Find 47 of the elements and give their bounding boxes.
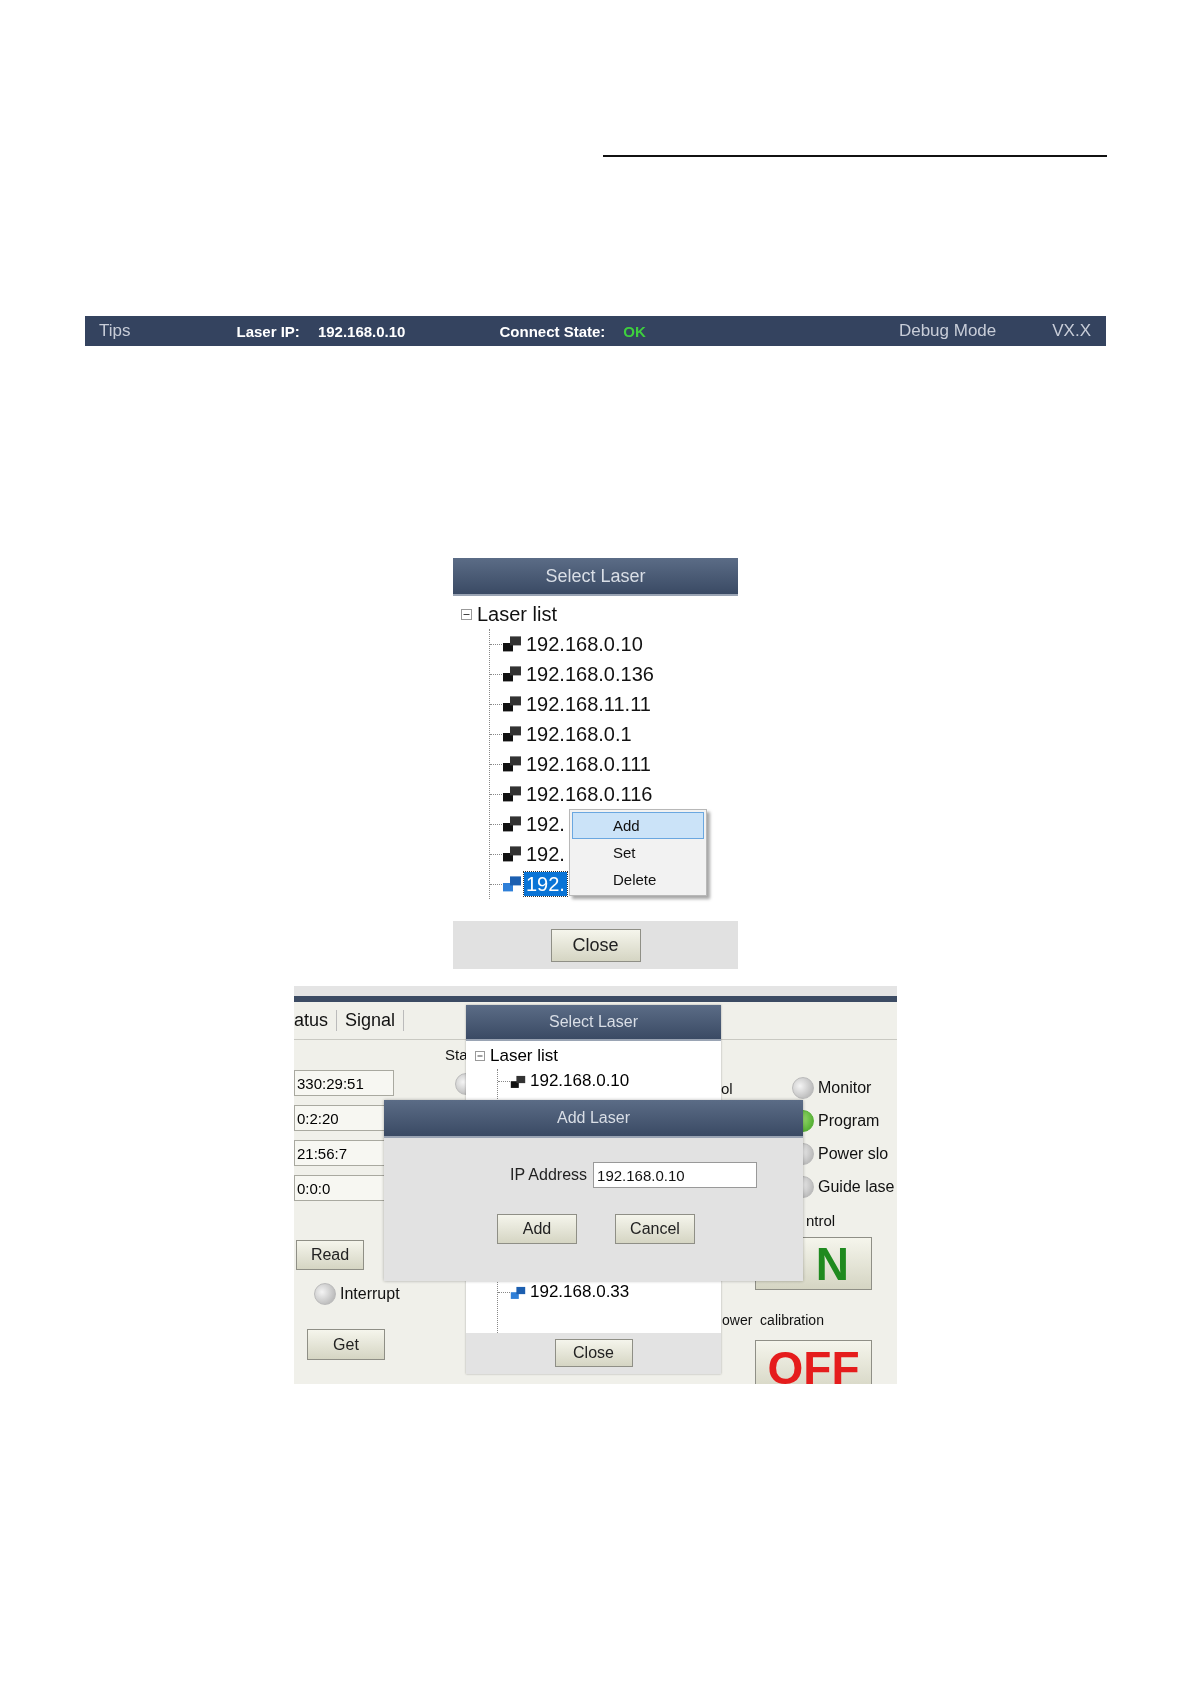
tab[interactable]: Signal	[337, 1010, 405, 1031]
group-label: ntrol	[806, 1212, 836, 1229]
tree-item[interactable]: 192.168.0.10	[524, 632, 645, 656]
time-field: 330:29:51	[294, 1070, 394, 1096]
add-button[interactable]: Add	[497, 1214, 577, 1244]
indicator-label: Program	[818, 1112, 880, 1130]
status-label: Laser IP:	[236, 322, 300, 340]
tree-item[interactable]: 192.168.0.1	[524, 722, 634, 746]
tree-item[interactable]: 192.168.11.11	[524, 692, 653, 716]
group-label: ol	[721, 1080, 734, 1097]
cancel-button[interactable]: Cancel	[615, 1214, 695, 1244]
group-label: ower calibration	[722, 1312, 824, 1328]
tree-root-label[interactable]: Laser list	[490, 1045, 559, 1066]
indicator-label: Guide lase	[818, 1178, 895, 1196]
close-button[interactable]: Close	[550, 928, 641, 962]
tree-item[interactable]: 192.168.0.111	[524, 752, 653, 776]
status-text: Tips	[99, 321, 131, 341]
ip-address-field[interactable]: 192.168.0.10	[593, 1162, 758, 1188]
status-value: 192.168.0.10	[317, 322, 406, 340]
tree-item[interactable]: 192.168.0.10	[528, 1071, 632, 1092]
tree-item[interactable]: 192.168.0.33	[528, 1282, 632, 1303]
get-button[interactable]: Get	[307, 1329, 385, 1360]
status-text: VX.X	[1052, 321, 1091, 341]
tree-item[interactable]: 192.168.0.116	[524, 782, 655, 806]
menu-item[interactable]: Set	[572, 839, 704, 866]
tree-item[interactable]: 192.168.0.136	[524, 662, 656, 686]
status-label: Connect State:	[499, 322, 606, 340]
indicator-label: Power slo	[818, 1145, 889, 1163]
indicator-label: Monitor	[818, 1079, 872, 1097]
field-label: IP Address	[509, 1166, 588, 1184]
menu-item[interactable]: Delete	[572, 866, 704, 893]
status-text: Debug Mode	[898, 321, 997, 341]
dialog-title: Add Laser	[384, 1100, 803, 1138]
dialog-title: Select Laser	[466, 1005, 721, 1041]
indicator-label: Interrupt	[340, 1285, 400, 1303]
status-value: OK	[623, 322, 646, 340]
close-button[interactable]: Close	[554, 1339, 633, 1368]
read-button[interactable]: Read	[296, 1240, 364, 1270]
tree-item[interactable]: 192.	[524, 872, 567, 896]
group-label: Sta	[445, 1046, 468, 1063]
tree-root-label[interactable]: Laser list	[477, 602, 558, 626]
tab[interactable]: atus	[294, 1010, 338, 1031]
tree-item[interactable]: 192.	[524, 842, 567, 866]
off-button[interactable]: OFF	[755, 1340, 872, 1384]
tree-item[interactable]: 192.	[524, 812, 567, 836]
dialog-title: Select Laser	[453, 558, 738, 596]
menu-item[interactable]: Add	[572, 812, 704, 839]
